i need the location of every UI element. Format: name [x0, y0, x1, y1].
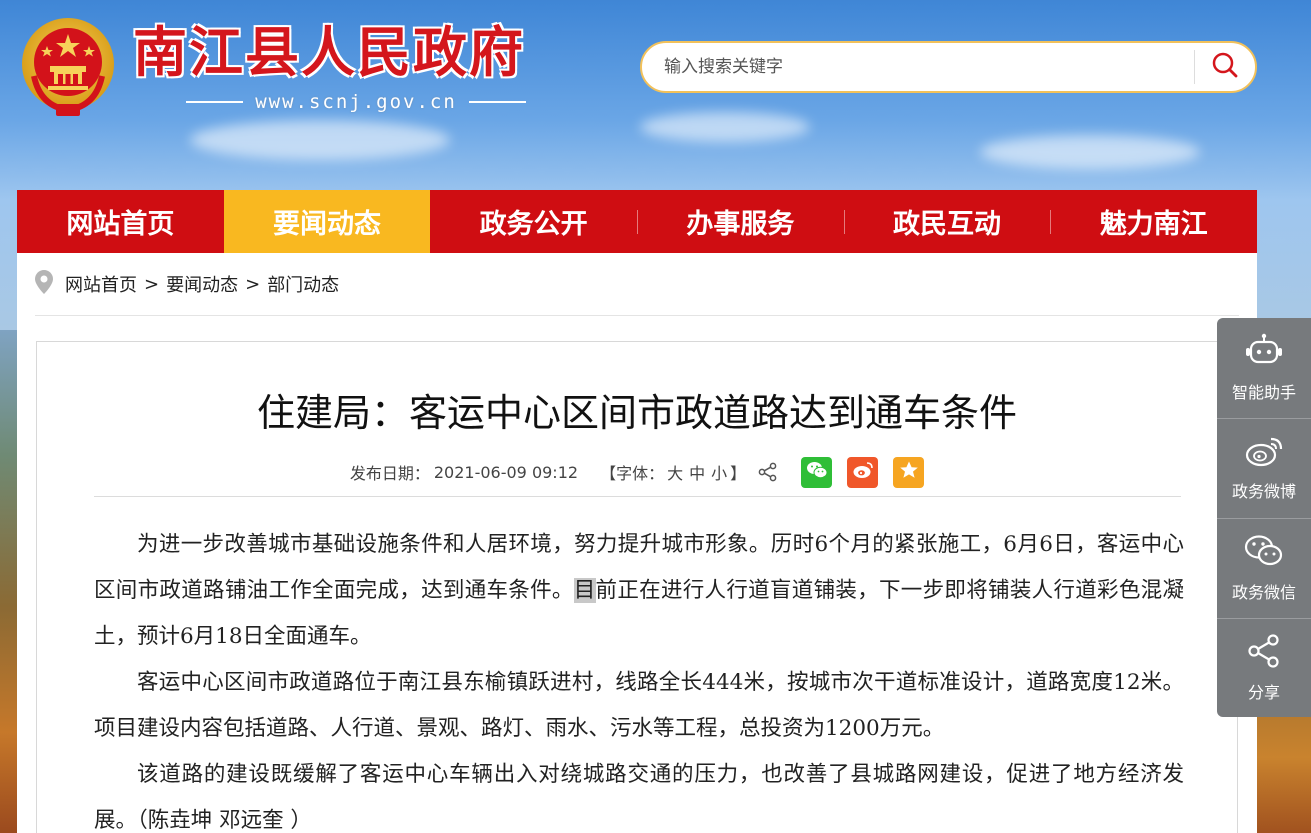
article-body: 为进一步改善城市基础设施条件和人居环境，努力提升城市形象。历时6个月的紧张施工，… [94, 522, 1184, 833]
share-icon[interactable] [758, 462, 778, 482]
smart-assistant-label: 智能助手 [1231, 382, 1296, 402]
gov-wechat-label: 政务微信 [1231, 583, 1296, 602]
site-url: www.scnj.gov.cn [255, 91, 457, 113]
content-panel: 网站首页 > 要闻动态 > 部门动态 住建局：客运中心区间市政道路达到通车条件 … [17, 253, 1257, 833]
gov-wechat-button[interactable]: 政务微信 [1217, 518, 1311, 617]
breadcrumb-home-link[interactable]: 网站首页 [65, 271, 137, 297]
breadcrumb-department-link[interactable]: 部门动态 [267, 271, 339, 297]
article-title: 住建局：客运中心区间市政道路达到通车条件 [256, 391, 1017, 435]
location-pin-icon [35, 269, 53, 299]
breadcrumb-divider [35, 315, 1239, 316]
nav-item-interaction[interactable]: 政民互动 [843, 190, 1051, 253]
url-right-line [468, 101, 526, 103]
breadcrumb-news-link[interactable]: 要闻动态 [166, 271, 238, 297]
font-size-control: 【字体：大中小】 [600, 460, 746, 484]
gov-weibo-label: 政务微博 [1231, 482, 1296, 501]
font-size-label-close: 】 [730, 464, 747, 483]
article-meta: 发布日期： 2021-06-09 09:12 【字体：大中小】 [37, 454, 1237, 490]
highlighted-text: 目 [573, 578, 596, 603]
article-paragraph: 该道路的建设既缓解了客运中心车辆出入对绕城路交通的压力，也改善了县城路网建设，促… [94, 762, 1184, 833]
side-toolbar: 智能助手 政务微博 政务微信 分享 [1217, 318, 1311, 717]
site-url-banner: www.scnj.gov.cn [186, 89, 526, 115]
search-box [640, 41, 1257, 93]
share-side-button[interactable]: 分享 [1217, 618, 1311, 717]
breadcrumb-separator: > [144, 273, 160, 295]
share-weibo-button[interactable] [847, 456, 879, 488]
breadcrumb-separator: > [245, 273, 261, 295]
nav-item-home[interactable]: 网站首页 [17, 190, 224, 253]
article-container: 住建局：客运中心区间市政道路达到通车条件 发布日期： 2021-06-09 09… [36, 341, 1238, 833]
national-emblem-logo[interactable] [20, 16, 116, 118]
site-title: 南江县人民政府 [133, 20, 525, 84]
publish-date-value: 2021-06-09 09:12 [433, 462, 579, 482]
search-button[interactable] [1195, 43, 1255, 91]
nav-item-news[interactable]: 要闻动态 [223, 190, 431, 253]
site-header: 南江县人民政府 www.scnj.gov.cn [0, 0, 1311, 190]
nav-item-services[interactable]: 办事服务 [637, 190, 844, 253]
font-medium-button[interactable]: 中 [689, 464, 705, 483]
font-large-button[interactable]: 大 [667, 464, 683, 483]
nav-item-charm-nanjiang[interactable]: 魅力南江 [1050, 190, 1257, 253]
weibo-icon [852, 460, 874, 484]
article-paragraph: 为进一步改善城市基础设施条件和人居环境，努力提升城市形象。历时6个月的紧张施工，… [94, 522, 1184, 660]
article-paragraph: 客运中心区间市政道路位于南江县东榆镇跃进村，线路全长444米，按城市次干道标准设… [94, 670, 1184, 741]
wechat-icon [1243, 533, 1285, 573]
search-input[interactable] [642, 47, 1194, 87]
share-label: 分享 [1247, 683, 1280, 702]
nav-item-government-affairs[interactable]: 政务公开 [430, 190, 637, 253]
font-size-label: 【字体： [600, 464, 665, 483]
weibo-icon [1244, 434, 1284, 472]
main-nav: 网站首页 要闻动态 政务公开 办事服务 政民互动 魅力南江 [17, 190, 1257, 253]
publish-date-label: 发布日期： [349, 464, 430, 483]
smart-assistant-button[interactable]: 智能助手 [1217, 318, 1311, 417]
breadcrumb: 网站首页 > 要闻动态 > 部门动态 [35, 269, 339, 299]
gov-weibo-button[interactable]: 政务微博 [1217, 418, 1311, 517]
favorite-button[interactable] [893, 456, 925, 488]
share-wechat-button[interactable] [801, 456, 833, 488]
url-left-line [186, 101, 244, 103]
wechat-icon [806, 460, 828, 484]
search-icon [1211, 51, 1239, 83]
star-icon [899, 460, 919, 484]
share-icon [1246, 633, 1282, 673]
font-small-button[interactable]: 小 [711, 464, 727, 483]
robot-icon [1244, 333, 1284, 373]
meta-divider [94, 496, 1181, 497]
